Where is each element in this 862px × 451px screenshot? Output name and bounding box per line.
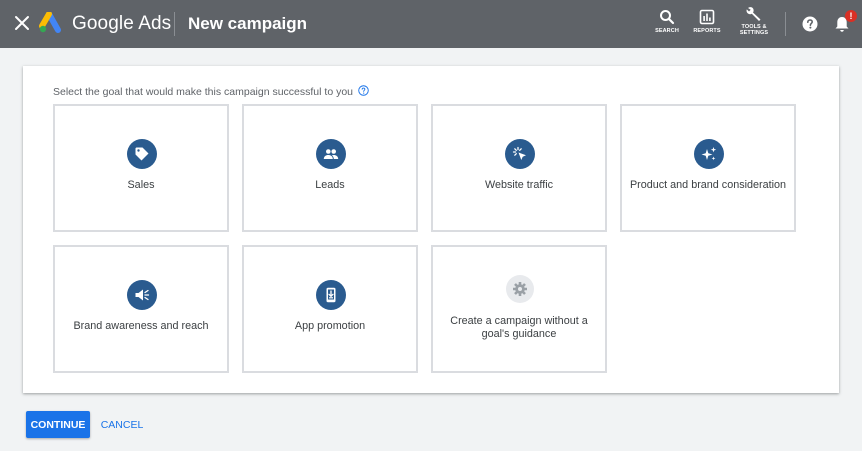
goal-label: Website traffic bbox=[484, 179, 553, 191]
search-icon bbox=[660, 10, 675, 25]
reports-icon bbox=[699, 9, 715, 25]
brand-name: Google Ads bbox=[72, 13, 172, 34]
goal-label: Brand awareness and reach bbox=[73, 320, 209, 332]
cursor-click-icon bbox=[512, 146, 526, 160]
google-ads-logo-icon bbox=[39, 12, 61, 33]
goal-card-brand-awareness-reach[interactable]: Brand awareness and reach bbox=[53, 245, 229, 373]
goal-card-website-traffic[interactable]: Website traffic bbox=[431, 104, 607, 232]
goal-card-app-promotion[interactable]: App promotion bbox=[242, 245, 418, 373]
cancel-button[interactable]: CANCEL bbox=[97, 411, 147, 438]
goal-label: Product and brand consideration bbox=[629, 179, 787, 191]
goal-selection-card: Select the goal that would make this cam… bbox=[23, 66, 839, 393]
notification-badge: ! bbox=[845, 10, 857, 22]
gear-icon bbox=[513, 282, 527, 296]
goal-label: Leads bbox=[315, 179, 345, 191]
goal-icon-circle bbox=[316, 280, 346, 310]
phone-download-icon bbox=[326, 287, 336, 303]
tag-icon bbox=[135, 147, 149, 161]
search-label: SEARCH bbox=[655, 28, 679, 34]
goal-card-sales[interactable]: Sales bbox=[53, 104, 229, 232]
tools-settings-button[interactable]: TOOLS & SETTINGS bbox=[734, 6, 774, 36]
goal-icon-circle bbox=[127, 280, 157, 310]
reports-label: REPORTS bbox=[693, 28, 721, 34]
continue-button[interactable]: CONTINUE bbox=[26, 411, 90, 438]
goal-icon-circle bbox=[506, 275, 534, 303]
goal-icon-circle bbox=[127, 139, 157, 169]
top-app-bar: Google Ads New campaign SEARCH REPORTS T… bbox=[0, 0, 862, 48]
goal-label: Create a campaign without a goal's guida… bbox=[450, 315, 588, 340]
page-title: New campaign bbox=[188, 14, 308, 33]
wrench-icon bbox=[746, 7, 761, 21]
header-divider bbox=[174, 12, 175, 36]
search-button[interactable]: SEARCH bbox=[648, 9, 686, 34]
question-circle-icon[interactable] bbox=[358, 85, 369, 96]
goal-icon-circle bbox=[316, 139, 346, 169]
reports-button[interactable]: REPORTS bbox=[688, 9, 726, 34]
goal-label: App promotion bbox=[294, 320, 366, 332]
goal-card-product-brand-consideration[interactable]: Product and brand consideration bbox=[620, 104, 796, 232]
goal-label: Sales bbox=[127, 179, 155, 191]
goal-icon-circle bbox=[694, 139, 724, 169]
goal-card-leads[interactable]: Leads bbox=[242, 104, 418, 232]
goal-icon-circle bbox=[505, 139, 535, 169]
close-icon[interactable] bbox=[12, 13, 32, 33]
tools-label-line2: SETTINGS bbox=[739, 30, 769, 36]
people-icon bbox=[323, 149, 339, 159]
goal-card-no-guidance[interactable]: Create a campaign without a goal's guida… bbox=[431, 245, 607, 373]
help-icon[interactable] bbox=[802, 16, 818, 32]
sparkle-icon bbox=[701, 147, 717, 161]
header-divider bbox=[785, 12, 786, 36]
megaphone-icon bbox=[135, 289, 150, 301]
goal-prompt: Select the goal that would make this cam… bbox=[53, 86, 353, 98]
